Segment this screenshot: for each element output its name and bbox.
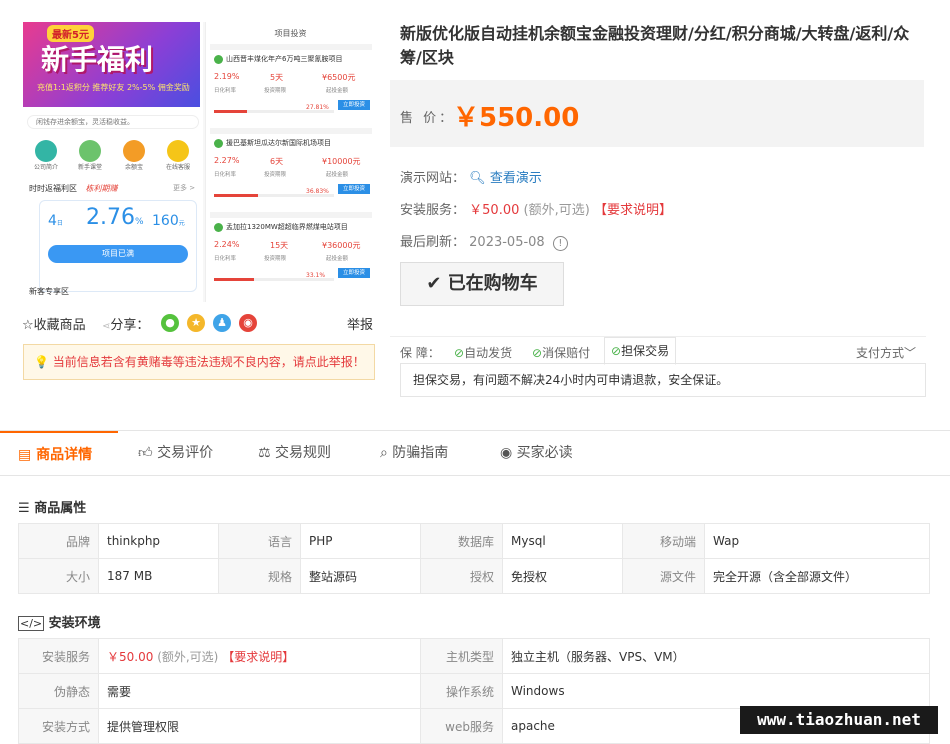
share-row: ☆收藏商品 ⋖分享： ● ★ ♟ ◉ 举报 [22,312,375,334]
project-invest-button: 立即投资 [338,268,370,278]
document-icon: ▤ [18,447,32,463]
table-row: 品牌 thinkphp 语言 PHP 数据库 Mysql 移动端 Wap [18,523,930,559]
env-install-requirements-link[interactable]: 【要求说明】 [222,650,294,664]
project-percent: 33.1% [306,272,326,279]
scale-icon: ⚖ [258,445,271,461]
quick-icon-yuebao: 余额宝 [117,140,151,171]
table-row: 大小 187 MB 规格 整站源码 授权 免授权 源文件 完全开源（含全部源文件） [18,558,930,594]
tab-reviews[interactable]: 👍︎ 交易评价 [138,431,213,475]
banner-subtitle: 充值1:1返积分 推荐好友 2%-5% 佣金奖励 [37,83,190,92]
lightbulb-icon: 💡 [34,355,49,369]
guarantee-escrow-tab[interactable]: ⊘担保交易 [604,337,677,365]
qzone-icon[interactable]: ★ [187,314,205,332]
price-box: 售 价： ￥550.00 [390,80,924,147]
project-rate: 2.24% [214,240,240,249]
demo-link[interactable]: 查看演示 [490,171,542,186]
install-row: 安装服务： ￥50.00 (额外,可选) 【要求说明】 [400,203,672,218]
price-value: ￥550.00 [453,103,580,133]
check-circle-icon: ⊘ [532,346,543,360]
preview-notice: 闲钱存进余额宝，灵活稳收益。 [27,115,199,129]
in-cart-button[interactable]: ✔ 已在购物车 [400,262,564,306]
project-days: 5天 [270,73,284,82]
project-rate: 2.27% [214,156,240,165]
project-percent: 27.81% [306,104,329,111]
install-price: ￥50.00 [469,203,520,218]
attrs-title: ☰ 商品属性 [18,501,87,516]
preview-phone-left: 最新5元 新手福利 充值1:1返积分 推荐好友 2%-5% 佣金奖励 闲钱存进余… [23,22,203,302]
project-invest-button: 立即投资 [338,184,370,194]
preview-more: 更多 > [173,184,196,192]
install-requirements-link[interactable]: 【要求说明】 [594,203,672,218]
weibo-icon[interactable]: ◉ [239,314,257,332]
banner-title: 新手福利 [41,43,154,76]
guarantee-auto-delivery[interactable]: ⊘自动发货 [454,344,512,361]
info-icon[interactable]: ! [552,236,568,251]
report-warning[interactable]: 💡 当前信息若含有黄赌毒等违法违规不良内容，请点此举报！ [23,344,375,380]
guarantee-description: 担保交易，有问题不解决24小时内可申请退款，安全保证。 [400,363,926,397]
quick-icon-service: 在线客服 [161,140,195,171]
site-watermark: www.tiaozhuan.net [740,706,938,734]
refresh-row: 最后刷新： 2023-05-08 ! [400,231,568,251]
project-days: 6天 [270,157,284,166]
project-amount: ¥6500元 [322,73,356,82]
preview-banner: 最新5元 新手福利 充值1:1返积分 推荐好友 2%-5% 佣金奖励 [23,22,200,107]
project-amount: ¥36000元 [322,241,361,250]
project-days: 15天 [270,241,289,250]
preview-phone-right: 项目投资 山西晋丰煤化年产6万吨三聚氰胺项目 2.19% 5天 ¥6500元 日化利率投… [205,22,374,302]
tab-product-details[interactable]: ▤ 商品详情 [0,431,118,475]
tab-buyer-notes[interactable]: ◉ 买家必读 [500,431,573,475]
refresh-date: 2023-05-08 [469,235,545,250]
share-label: ⋖分享： [102,318,150,333]
project-card: 孟加拉1320MW超超临界燃煤电站项目 2.24% 15天 ¥36000元 日化利率 投资… [210,212,372,292]
table-row: 伪静态 需要 操作系统 Windows [18,673,930,709]
project-amount: ¥10000元 [322,157,361,166]
attrs-table: 品牌 thinkphp 语言 PHP 数据库 Mysql 移动端 Wap 大小 187 M… [18,523,930,594]
preview-newbie: 新客专享区 [29,287,69,296]
project-invest-button: 立即投资 [338,100,370,110]
project-percent: 36.83% [306,188,329,195]
bulb-icon: ⌕ [380,445,388,461]
chevron-down-icon: ﹀ [904,346,917,360]
pay-method-dropdown[interactable]: 支付方式﹀ [856,344,916,361]
project-rate: 2.19% [214,72,240,81]
guarantee-row: 保 障： ⊘自动发货 ⊘消保赔付 ⊘担保交易 支付方式﹀ [390,336,926,365]
tab-rules[interactable]: ⚖ 交易规则 [258,431,331,475]
thumbs-up-icon: 👍︎ [138,445,153,461]
checkmark-icon: ✔ [426,273,442,294]
wechat-icon[interactable]: ● [161,314,179,332]
check-circle-icon: ⊘ [611,344,622,358]
qq-icon[interactable]: ♟ [213,314,231,332]
report-link[interactable]: 举报 [347,314,373,333]
project-name: 孟加拉1320MW超超临界燃煤电站项目 [214,222,348,232]
favorite-link[interactable]: ☆收藏商品 [22,314,86,333]
preview-checkin-label: 时时返福利区 栋利期赚 [29,184,118,193]
table-row: 安装服务 ￥50.00 (额外,可选) 【要求说明】 主机类型 独立主机（服务器… [18,638,930,674]
preview-stats: 4日 2.76% 160元 项目已满 [39,200,197,292]
guarantee-label: 保 障： [400,346,440,360]
price-label: 售 价： [400,111,456,126]
project-card: 援巴基斯坦瓜达尔新国际机场项目 2.27% 6天 ¥10000元 日化利率 投资期限 起投金… [210,128,372,208]
product-preview-image: 最新5元 新手福利 充值1:1返积分 推荐好友 2%-5% 佣金奖励 闲钱存进余… [23,22,374,302]
demo-row: 演示网站： 🔍︎ 查看演示 [400,171,542,186]
guarantee-compensation[interactable]: ⊘消保赔付 [532,344,590,361]
project-card: 山西晋丰煤化年产6万吨三聚氰胺项目 2.19% 5天 ¥6500元 日化利率 投资期限 起投… [210,44,372,124]
check-circle-icon: ⊘ [454,346,465,360]
tab-anti-fraud[interactable]: ⌕ 防骗指南 [380,431,448,475]
quick-icon-class: 新手课堂 [73,140,107,171]
quick-icon-company: 公司简介 [29,140,63,171]
search-icon: 🔍︎ [469,171,486,186]
preview-project-title: 项目投资 [274,29,307,38]
project-name: 援巴基斯坦瓜达尔新国际机场项目 [214,138,331,148]
env-title: </> 安装环境 [18,616,101,631]
preview-full-button: 项目已满 [48,245,188,263]
product-title: 新版优化版自动挂机余额宝金融投资理财/分红/积分商城/大转盘/返利/众筹/区块 [400,24,910,67]
target-icon: ◉ [500,445,513,461]
search-list-icon: ☰ [18,501,30,516]
detail-tabbar: ▤ 商品详情 👍︎ 交易评价 ⚖ 交易规则 ⌕ 防骗指南 ◉ 买家必读 [0,430,950,476]
project-name: 山西晋丰煤化年产6万吨三聚氰胺项目 [214,54,342,64]
code-icon: </> [18,616,45,631]
